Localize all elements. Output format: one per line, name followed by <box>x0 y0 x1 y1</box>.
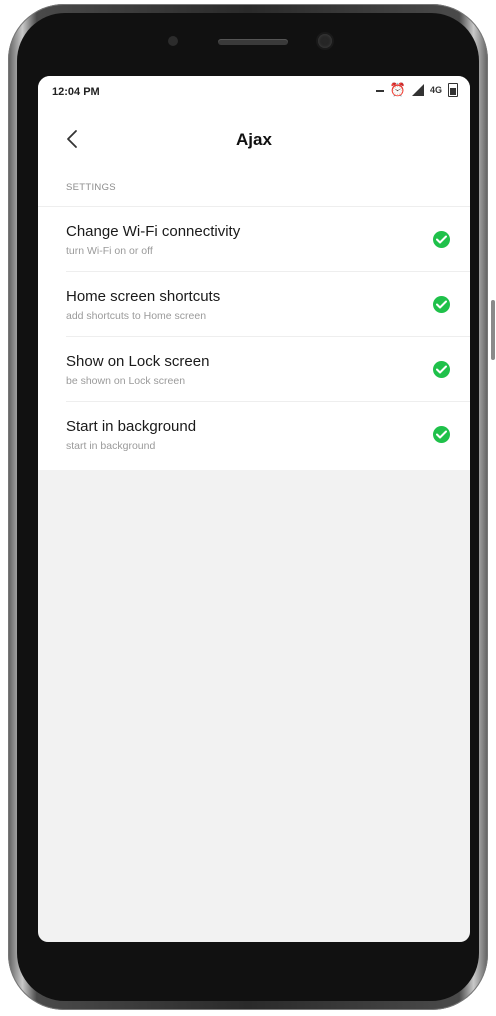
alarm-icon: ⏰ <box>389 82 406 97</box>
permission-subtitle: turn Wi-Fi on or off <box>66 245 153 257</box>
permission-subtitle: be shown on Lock screen <box>66 375 186 387</box>
app-header: Ajax <box>38 110 470 168</box>
check-circle-icon[interactable] <box>433 231 450 248</box>
settings-panel: SETTINGS Change Wi-Fi connectivity turn … <box>38 168 470 470</box>
permission-title: Show on Lock screen <box>66 353 210 370</box>
phone-chin <box>38 942 470 982</box>
dnd-dash-icon <box>375 90 384 92</box>
permission-subtitle: add shortcuts to Home screen <box>66 310 207 322</box>
permission-row-shortcuts[interactable]: Home screen shortcuts add shortcuts to H… <box>66 272 470 337</box>
permission-title: Change Wi-Fi connectivity <box>66 223 241 240</box>
status-icons: ⏰ 4G <box>375 82 458 97</box>
permission-subtitle: start in background <box>66 440 156 452</box>
network-type: 4G <box>429 85 442 95</box>
battery-icon <box>448 83 458 97</box>
permission-row-wifi[interactable]: Change Wi-Fi connectivity turn Wi-Fi on … <box>66 207 470 272</box>
permission-row-lock-screen[interactable]: Show on Lock screen be shown on Lock scr… <box>66 337 470 402</box>
volume-button <box>491 300 495 360</box>
screen: 12:04 PM ⏰ 4G Ajax SETTINGS Change Wi-Fi… <box>38 76 470 942</box>
check-circle-icon[interactable] <box>433 426 450 443</box>
check-circle-icon[interactable] <box>433 361 450 378</box>
proximity-sensor <box>168 36 178 46</box>
status-bar: 12:04 PM ⏰ 4G <box>38 76 470 110</box>
page-title: Ajax <box>236 130 272 149</box>
permission-title: Start in background <box>66 418 197 435</box>
front-camera <box>318 34 332 48</box>
status-time: 12:04 PM <box>52 86 100 98</box>
permission-title: Home screen shortcuts <box>66 288 221 305</box>
permission-row-background[interactable]: Start in background start in background <box>66 402 470 466</box>
check-circle-icon[interactable] <box>433 296 450 313</box>
earpiece-speaker <box>218 39 288 45</box>
signal-icon <box>411 84 424 96</box>
section-label: SETTINGS <box>38 168 470 207</box>
